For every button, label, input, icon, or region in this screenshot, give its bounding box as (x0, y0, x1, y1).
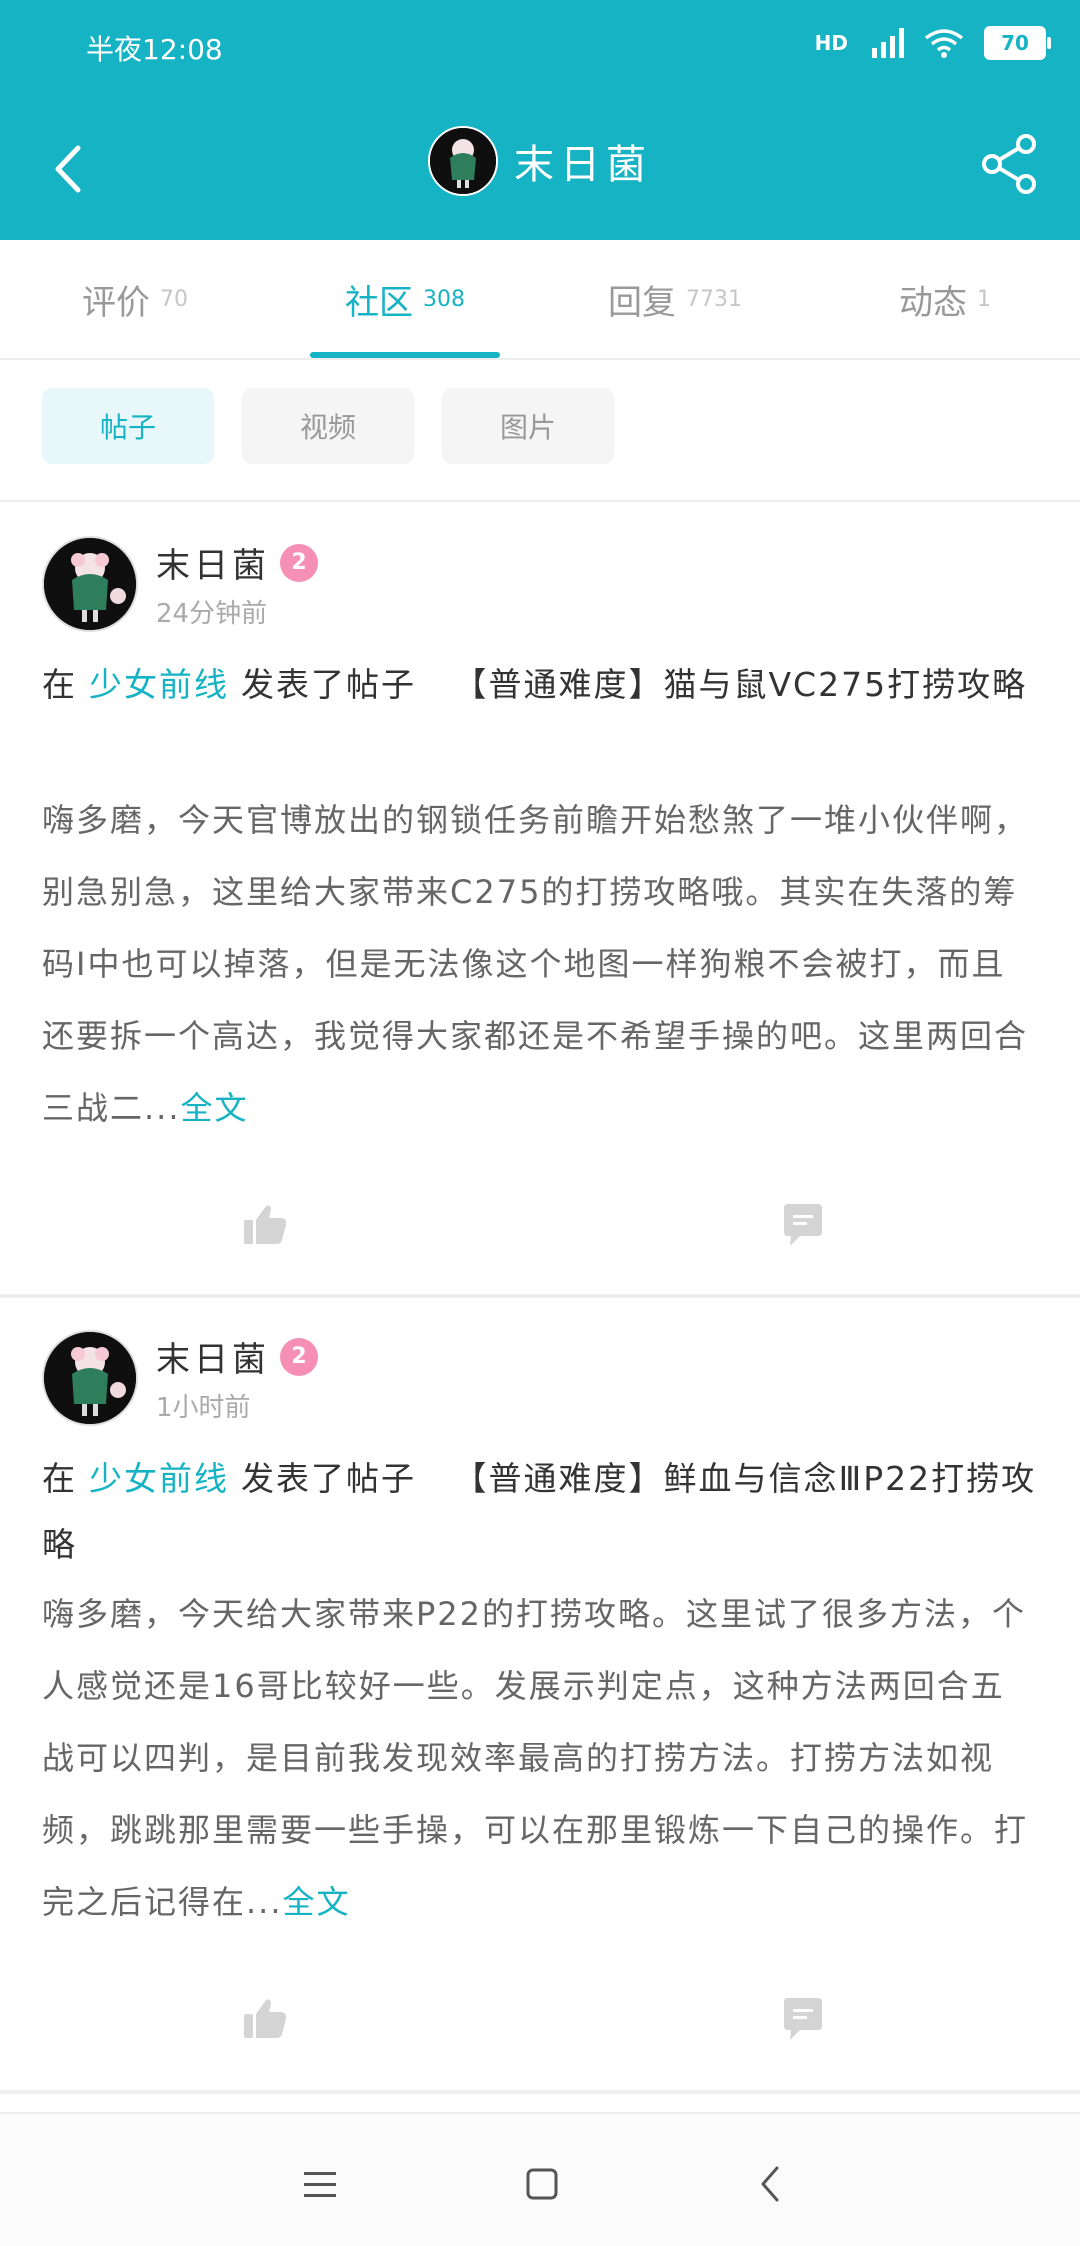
status-bar: 半夜12:08 HD 70 (0, 0, 1080, 96)
status-icons: HD 70 (814, 26, 1051, 60)
post-time: 1小时前 (156, 1393, 251, 1423)
comment-button[interactable] (778, 1200, 838, 1260)
tab-activity[interactable]: 动态 1 (810, 240, 1080, 358)
post-actions (0, 1200, 1080, 1280)
filter-images[interactable]: 图片 (442, 388, 614, 464)
post-card[interactable]: 末日菌 2 24分钟前 在少女前线 发表了帖子 【普通难度】猫与鼠ⅤC275打捞攻… (0, 536, 1080, 1292)
avatar[interactable] (42, 1330, 138, 1426)
post-excerpt: 嗨多磨，今天给大家带来P22的打捞攻略。这里试了很多方法，个人感觉还是16哥比较… (42, 1595, 1029, 1921)
tab-count: 308 (423, 286, 465, 312)
filter-chips: 帖子 视频 图片 (42, 388, 614, 464)
comment-icon (784, 1998, 822, 2040)
tab-replies[interactable]: 回复 7731 (540, 240, 810, 358)
game-link[interactable]: 少女前线 (89, 665, 229, 704)
system-nav-bar (0, 2112, 1080, 2246)
back-nav-button[interactable] (740, 2154, 800, 2214)
tab-label: 动态 (899, 282, 967, 323)
tab-bar: 评价 70 社区 308 回复 7731 动态 1 (0, 240, 1080, 360)
avatar-image (44, 538, 136, 630)
comment-button[interactable] (778, 1994, 838, 2054)
network-badge: HD (814, 31, 848, 55)
title-group: 末日菌 (0, 126, 1080, 196)
divider (0, 1294, 1080, 1298)
read-more-link[interactable]: 全文 (181, 1089, 249, 1127)
tab-reviews[interactable]: 评价 70 (0, 240, 270, 358)
avatar-image (430, 128, 496, 194)
username[interactable]: 末日菌 (156, 1332, 270, 1381)
post-body[interactable]: 嗨多磨，今天官博放出的钢锁任务前瞻开始愁煞了一堆小伙伴啊，别急别急，这里给大家带… (42, 784, 1038, 1144)
wifi-icon (924, 29, 964, 58)
like-button[interactable] (240, 1994, 300, 2054)
divider (0, 2090, 1080, 2094)
post-author: 末日菌 2 24分钟前 (42, 536, 318, 632)
menu-icon (304, 2172, 336, 2197)
tab-count: 70 (160, 286, 188, 312)
title-bar: 末日菌 (0, 96, 1080, 240)
game-link[interactable]: 少女前线 (89, 1459, 229, 1498)
thumbs-up-icon (244, 1205, 287, 1244)
post-prefix: 在 (42, 1459, 77, 1498)
post-action: 发表了帖子 (241, 1459, 416, 1498)
back-triangle-icon (761, 2166, 779, 2202)
filter-posts[interactable]: 帖子 (42, 388, 214, 464)
tab-count: 7731 (686, 286, 742, 312)
post-title[interactable]: 在少女前线 发表了帖子 【普通难度】猫与鼠ⅤC275打捞攻略 (42, 652, 1038, 718)
divider (0, 500, 1080, 502)
read-more-link[interactable]: 全文 (283, 1883, 351, 1921)
share-button[interactable] (980, 132, 1040, 196)
post-excerpt: 嗨多磨，今天官博放出的钢锁任务前瞻开始愁煞了一堆小伙伴啊，别急别急，这里给大家带… (42, 801, 1029, 1127)
tab-community[interactable]: 社区 308 (270, 240, 540, 358)
tab-label: 社区 (345, 282, 413, 323)
header-avatar[interactable] (428, 126, 498, 196)
page-title: 末日菌 (514, 142, 652, 188)
level-badge: 2 (280, 1337, 318, 1376)
level-badge: 2 (280, 543, 318, 582)
thumbs-up-icon (244, 1999, 287, 2038)
post-author: 末日菌 2 1小时前 (42, 1330, 318, 1426)
post-body[interactable]: 嗨多磨，今天给大家带来P22的打捞攻略。这里试了很多方法，个人感觉还是16哥比较… (42, 1578, 1038, 1938)
menu-button[interactable] (290, 2154, 350, 2214)
share-icon (982, 134, 1036, 194)
post-title[interactable]: 在少女前线 发表了帖子 【普通难度】鲜血与信念ⅢP22打捞攻略 (42, 1446, 1038, 1578)
signal-icon (872, 28, 904, 58)
avatar[interactable] (42, 536, 138, 632)
tab-label: 评价 (82, 282, 150, 323)
post-prefix: 在 (42, 665, 77, 704)
post-actions (0, 1994, 1080, 2074)
comment-icon (784, 1204, 822, 1246)
post-title-text: 【普通难度】猫与鼠ⅤC275打捞攻略 (453, 665, 1028, 704)
avatar-image (44, 1332, 136, 1424)
filter-videos[interactable]: 视频 (242, 388, 414, 464)
post-card[interactable]: 末日菌 2 1小时前 在少女前线 发表了帖子 【普通难度】鲜血与信念ⅢP22打捞攻… (0, 1330, 1080, 2086)
home-square-icon (526, 2168, 558, 2200)
status-time: 半夜12:08 (86, 33, 223, 66)
home-button[interactable] (512, 2154, 572, 2214)
post-action: 发表了帖子 (241, 665, 416, 704)
tab-label: 回复 (608, 282, 676, 323)
like-button[interactable] (240, 1200, 300, 1260)
username[interactable]: 末日菌 (156, 538, 270, 587)
post-time: 24分钟前 (156, 599, 268, 629)
app-header: 半夜12:08 HD 70 末日菌 (0, 0, 1080, 240)
tab-count: 1 (977, 286, 991, 312)
battery-icon: 70 (984, 26, 1051, 60)
